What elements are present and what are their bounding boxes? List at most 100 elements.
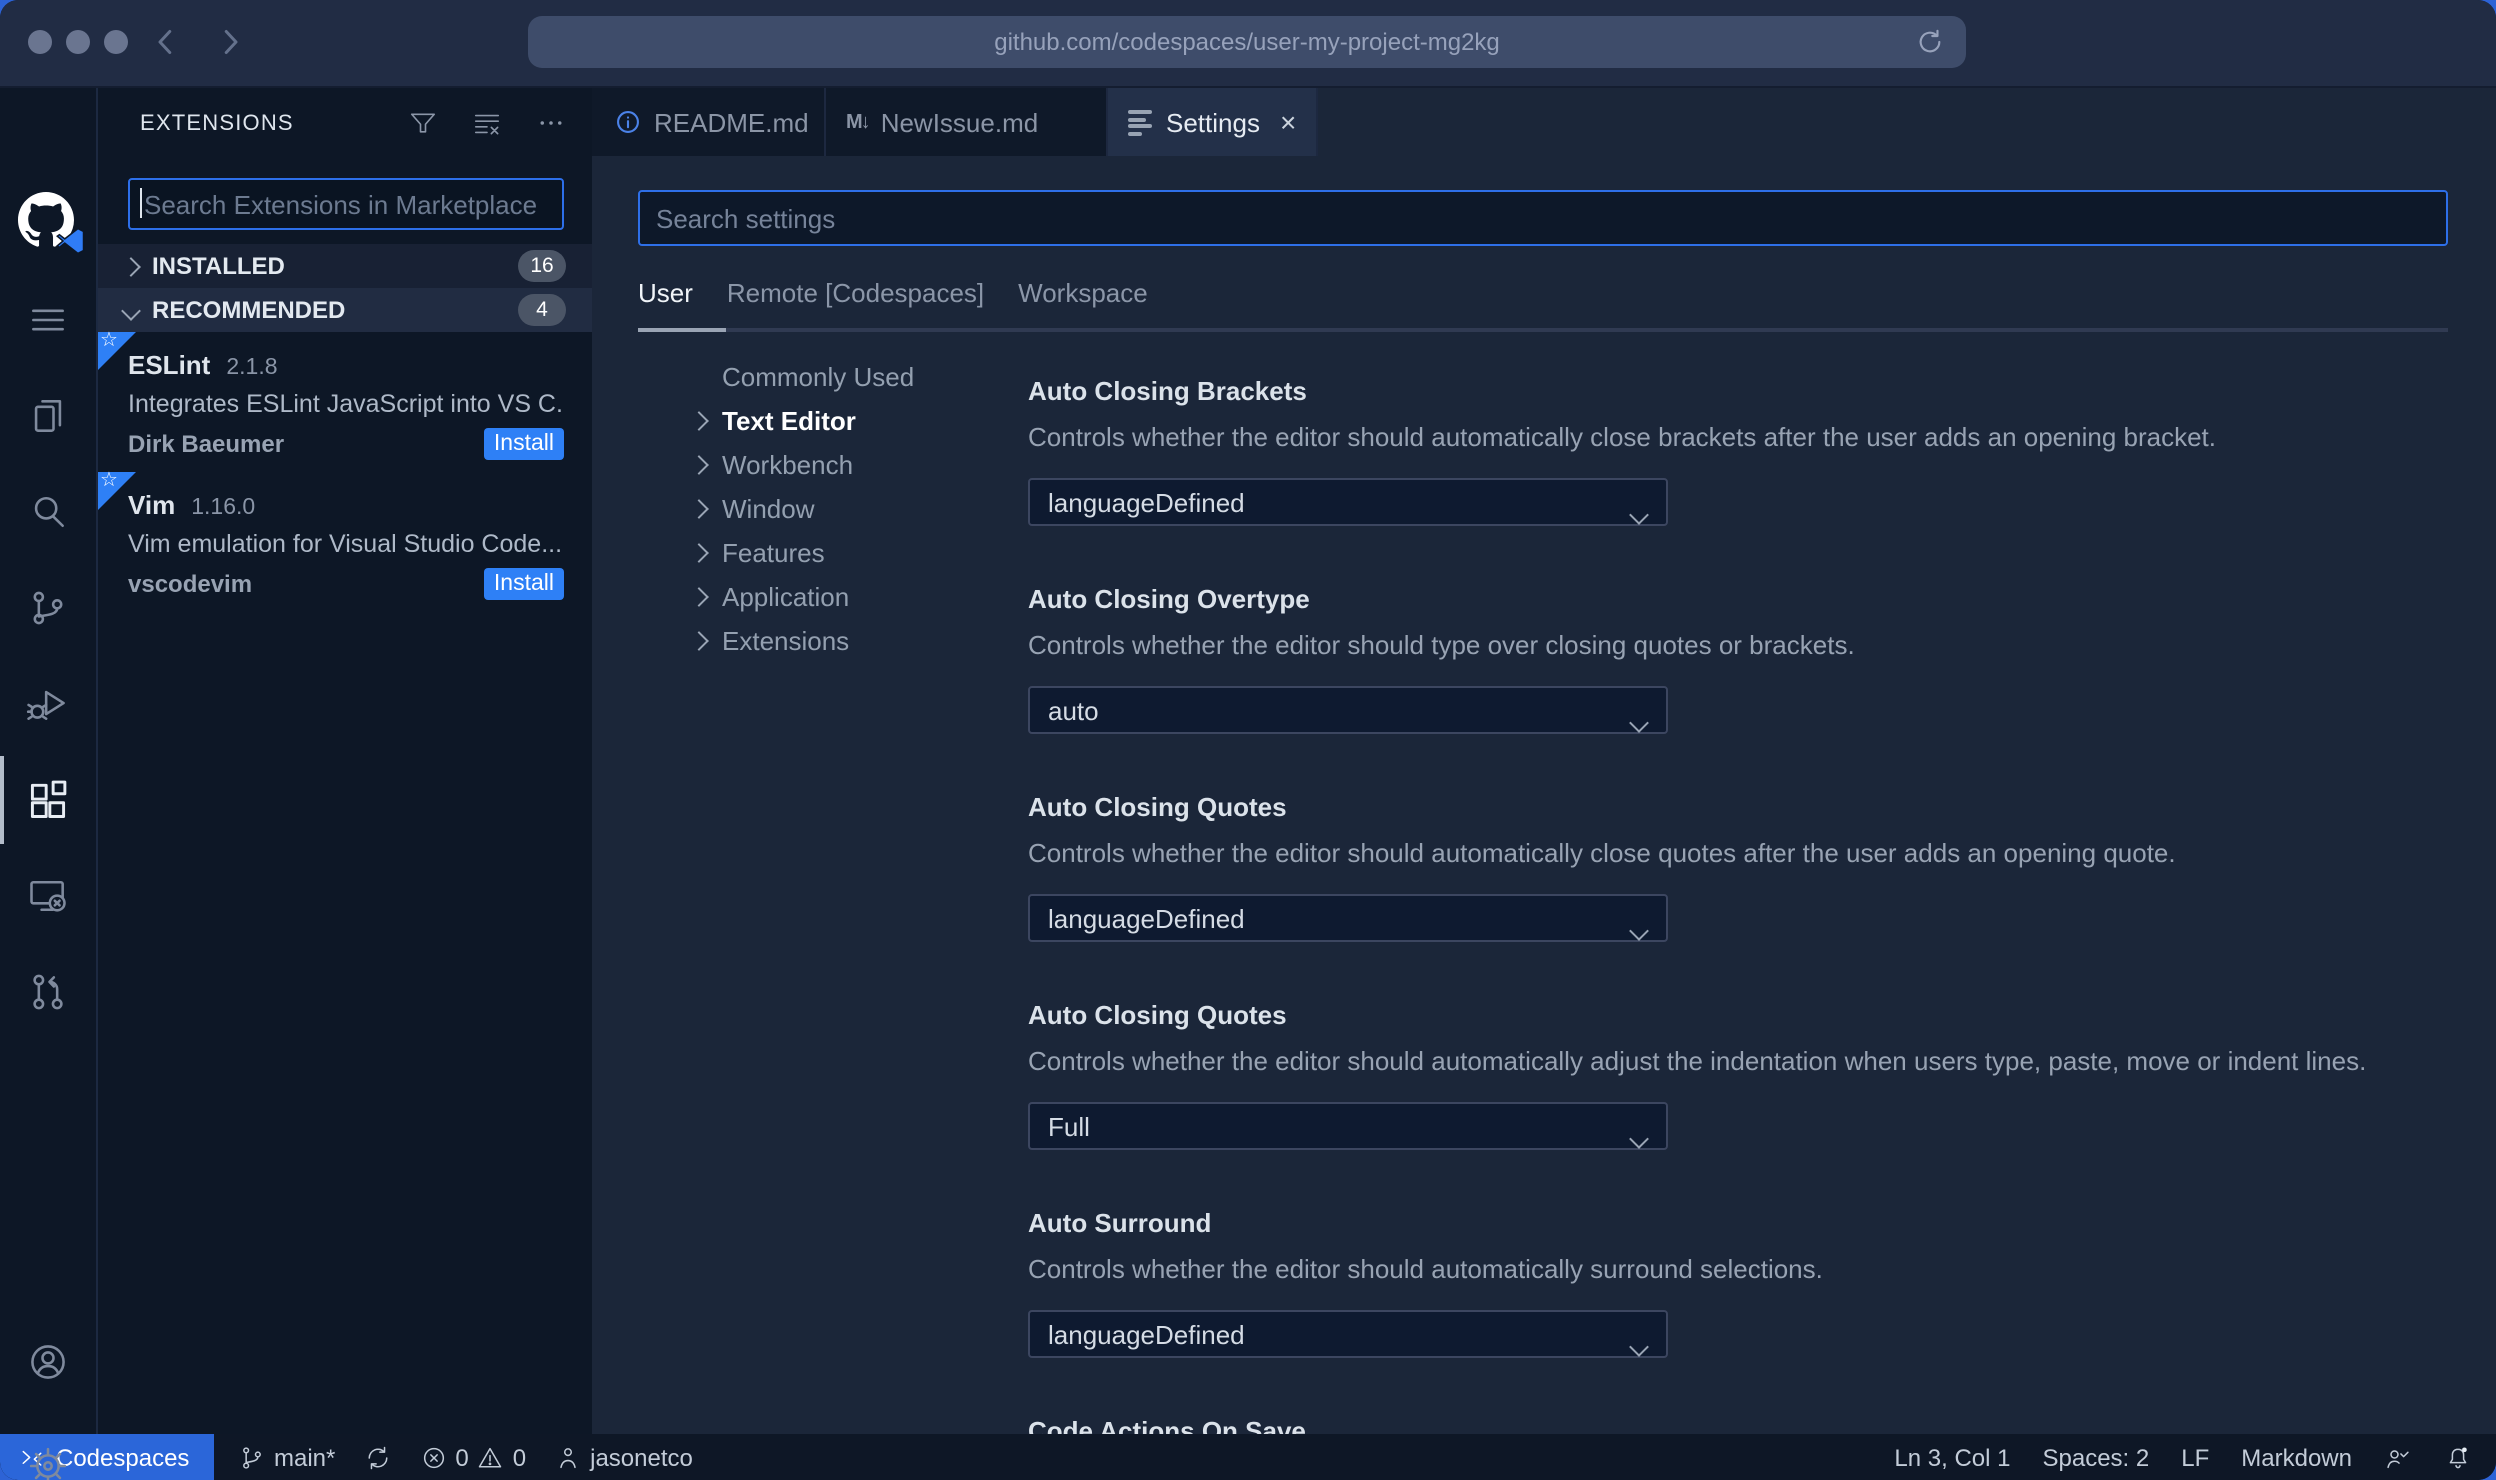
- scope-divider: [638, 328, 2448, 332]
- extension-version: 1.16.0: [191, 496, 256, 520]
- sidebar-header: EXTENSIONS: [98, 88, 592, 158]
- explorer-button[interactable]: [0, 380, 96, 452]
- chevron-right-icon: [689, 454, 709, 474]
- sync-icon: [367, 1445, 387, 1469]
- info-icon: [612, 107, 642, 137]
- settings-search-box[interactable]: [638, 190, 2448, 246]
- warning-count: 0: [512, 1443, 527, 1471]
- text-cursor: [140, 188, 142, 218]
- installed-count-badge: 16: [518, 250, 566, 282]
- settings-scope-tabs: User Remote [Codespaces] Workspace: [638, 274, 2496, 310]
- toc-item-features[interactable]: Features: [688, 530, 1028, 574]
- toc-item-commonly-used[interactable]: Commonly Used: [688, 354, 1028, 398]
- extensions-sidebar: EXTENSIONS Search Extensions in Marketpl…: [98, 88, 592, 1434]
- forward-button[interactable]: [208, 20, 252, 64]
- extensions-search-input[interactable]: [130, 180, 562, 228]
- setting-title: Auto Closing Quotes: [1028, 792, 1287, 822]
- chevron-down-icon: [120, 300, 140, 320]
- search-icon: [34, 496, 64, 528]
- git-branch-icon: [243, 1446, 261, 1468]
- remote-explorer-button[interactable]: [0, 860, 96, 932]
- toc-item-window[interactable]: Window: [688, 486, 1028, 530]
- scope-tab-user[interactable]: User: [638, 277, 693, 307]
- chevron-right-icon: [689, 630, 709, 650]
- extensions-button[interactable]: [0, 764, 96, 836]
- account-button[interactable]: [0, 1326, 96, 1398]
- branch-status[interactable]: main*: [238, 1443, 335, 1471]
- install-button[interactable]: Install: [483, 568, 564, 600]
- eol-sequence[interactable]: LF: [2181, 1443, 2209, 1471]
- setting-auto-closing-quotes-2: Auto Closing Quotes Controls whether the…: [1028, 1000, 2496, 1150]
- pull-requests-button[interactable]: [0, 956, 96, 1028]
- setting-description: Controls whether the editor should autom…: [1028, 838, 2176, 868]
- editor-tabs: README.md M↓ NewIssue.md Settings ×: [592, 88, 2496, 156]
- recommended-ribbon-icon: ☆: [98, 331, 136, 370]
- tab-readme[interactable]: README.md: [592, 88, 826, 156]
- setting-description: Controls whether the editor should autom…: [1028, 1046, 2367, 1076]
- settings-gear-button[interactable]: [0, 1430, 96, 1480]
- vscode-logo-icon: [56, 227, 85, 255]
- scope-tab-remote[interactable]: Remote [Codespaces]: [727, 277, 984, 307]
- workbench: EXTENSIONS Search Extensions in Marketpl…: [0, 88, 2496, 1480]
- cursor-position[interactable]: Ln 3, Col 1: [1894, 1443, 2010, 1471]
- close-tab-icon[interactable]: ×: [1280, 108, 1296, 136]
- files-icon: [34, 400, 62, 432]
- setting-dropdown[interactable]: Full: [1028, 1102, 1668, 1150]
- user-status[interactable]: jasonetco: [554, 1443, 693, 1471]
- setting-dropdown[interactable]: auto: [1028, 686, 1668, 734]
- toc-item-workbench[interactable]: Workbench: [688, 442, 1028, 486]
- branch-name: main*: [274, 1443, 336, 1471]
- minimize-window-button[interactable]: [66, 30, 90, 54]
- source-control-button[interactable]: [0, 572, 96, 644]
- username: jasonetco: [590, 1443, 693, 1471]
- git-branch-icon: [33, 591, 63, 625]
- settings-search-input[interactable]: [640, 192, 2446, 244]
- setting-dropdown[interactable]: languageDefined: [1028, 1310, 1668, 1358]
- setting-dropdown[interactable]: languageDefined: [1028, 894, 1668, 942]
- menu-button[interactable]: [0, 284, 96, 356]
- address-bar[interactable]: github.com/codespaces/user-my-project-mg…: [528, 16, 1966, 68]
- reload-button[interactable]: [1914, 26, 1946, 58]
- toc-item-application[interactable]: Application: [688, 574, 1028, 618]
- setting-auto-closing-brackets: Auto Closing Brackets Controls whether t…: [1028, 376, 2496, 526]
- search-button[interactable]: [0, 476, 96, 548]
- setting-description: Controls whether the editor should autom…: [1028, 1254, 1823, 1284]
- problems-status[interactable]: 0 0: [419, 1443, 526, 1471]
- filter-extensions-button[interactable]: [406, 107, 438, 139]
- feedback-button[interactable]: [2384, 1443, 2412, 1471]
- setting-description: Controls whether the editor should type …: [1028, 630, 1855, 660]
- more-actions-button[interactable]: [534, 107, 566, 139]
- chevron-right-icon: [224, 30, 238, 54]
- list-item[interactable]: ☆ ESLint 2.1.8 Integrates ESLint JavaScr…: [98, 331, 592, 472]
- extensions-search-box[interactable]: [128, 178, 564, 230]
- status-bar: Codespaces main* 0 0 jasonetco Ln 3, Col: [0, 1434, 2496, 1480]
- setting-description: Controls whether the editor should autom…: [1028, 422, 2217, 452]
- browser-titlebar: github.com/codespaces/user-my-project-mg…: [0, 0, 2496, 88]
- section-label: INSTALLED: [152, 252, 285, 280]
- notifications-button[interactable]: [2444, 1443, 2472, 1471]
- close-window-button[interactable]: [28, 30, 52, 54]
- language-mode[interactable]: Markdown: [2241, 1443, 2352, 1471]
- section-installed[interactable]: INSTALLED 16: [98, 244, 592, 288]
- recommended-ribbon-icon: ☆: [98, 471, 136, 510]
- clear-extensions-search-button[interactable]: [470, 107, 502, 139]
- tab-newissue[interactable]: M↓ NewIssue.md: [826, 88, 1108, 156]
- section-recommended[interactable]: RECOMMENDED 4: [98, 288, 592, 332]
- indentation[interactable]: Spaces: 2: [2043, 1443, 2150, 1471]
- recommended-extensions-list: ☆ ESLint 2.1.8 Integrates ESLint JavaScr…: [98, 331, 592, 612]
- scope-tab-workspace[interactable]: Workspace: [1018, 277, 1148, 307]
- run-debug-button[interactable]: [0, 668, 96, 740]
- back-button[interactable]: [144, 20, 188, 64]
- install-button[interactable]: Install: [483, 428, 564, 460]
- setting-auto-closing-quotes: Auto Closing Quotes Controls whether the…: [1028, 792, 2496, 942]
- zoom-window-button[interactable]: [104, 30, 128, 54]
- setting-dropdown[interactable]: languageDefined: [1028, 478, 1668, 526]
- toc-item-extensions[interactable]: Extensions: [688, 618, 1028, 662]
- list-item[interactable]: ☆ Vim 1.16.0 Vim emulation for Visual St…: [98, 471, 592, 612]
- settings-entries: Auto Closing Brackets Controls whether t…: [1028, 332, 2496, 1434]
- sync-button[interactable]: [363, 1443, 391, 1471]
- extension-description: Vim emulation for Visual Studio Code...: [128, 530, 563, 558]
- extension-name: ESLint: [128, 350, 211, 380]
- toc-item-text-editor[interactable]: Text Editor: [688, 398, 1028, 442]
- tab-settings[interactable]: Settings ×: [1108, 88, 1319, 156]
